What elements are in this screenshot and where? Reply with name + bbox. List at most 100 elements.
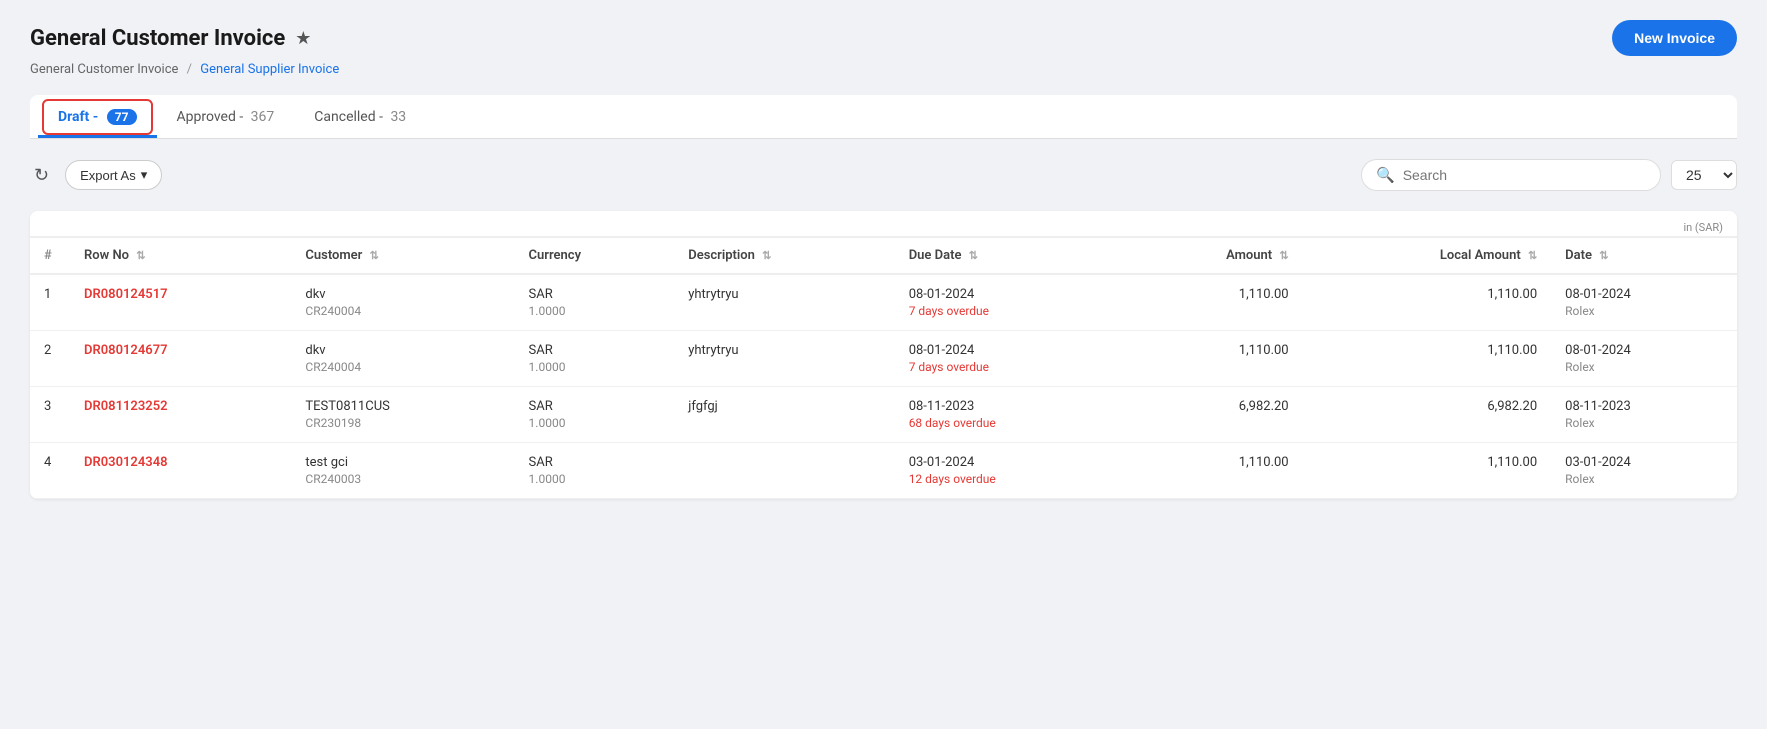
cell-currency: SAR 1.0000 xyxy=(515,443,675,499)
new-invoice-button[interactable]: New Invoice xyxy=(1612,20,1737,56)
col-description[interactable]: Description ⇅ xyxy=(674,237,894,274)
tab-cancelled[interactable]: Cancelled - 33 xyxy=(294,95,426,138)
table-row: 2 DR080124677 dkv CR240004 SAR 1.0000 yh… xyxy=(30,331,1737,387)
cell-date: 08-11-2023 Rolex xyxy=(1551,387,1737,443)
breadcrumb: General Customer Invoice / General Suppl… xyxy=(30,62,1737,77)
currency-rate: 1.0000 xyxy=(529,304,661,318)
customer-cr: CR230198 xyxy=(305,416,500,430)
breadcrumb-current: General Customer Invoice xyxy=(30,62,178,77)
sort-icon-customer: ⇅ xyxy=(370,249,379,262)
customer-cr: CR240003 xyxy=(305,472,500,486)
cell-amount: 1,110.00 xyxy=(1123,331,1303,387)
date-value: 03-01-2024 xyxy=(1565,455,1723,470)
table-row: 1 DR080124517 dkv CR240004 SAR 1.0000 yh… xyxy=(30,274,1737,331)
tabs-bar: Draft - 77 Approved - 367 Cancelled - 33 xyxy=(30,95,1737,139)
cell-amount: 1,110.00 xyxy=(1123,443,1303,499)
customer-cr: CR240004 xyxy=(305,360,500,374)
currency-rate: 1.0000 xyxy=(529,360,661,374)
cell-num: 1 xyxy=(30,274,70,331)
customer-name: dkv xyxy=(305,343,500,358)
tab-cancelled-count: 33 xyxy=(390,109,406,125)
cell-due-date: 08-11-2023 68 days overdue xyxy=(895,387,1123,443)
date-sub: Rolex xyxy=(1565,472,1723,486)
currency-code: SAR xyxy=(529,343,661,358)
tab-approved[interactable]: Approved - 367 xyxy=(157,95,295,138)
date-value: 08-01-2024 xyxy=(1565,287,1723,302)
tab-draft-badge: 77 xyxy=(107,109,137,125)
col-local-amount[interactable]: Local Amount ⇅ xyxy=(1303,237,1552,274)
col-row-no[interactable]: Row No ⇅ xyxy=(70,237,291,274)
col-currency: Currency xyxy=(515,237,675,274)
currency-code: SAR xyxy=(529,287,661,302)
date-sub: Rolex xyxy=(1565,360,1723,374)
cell-local-amount: 1,110.00 xyxy=(1303,331,1552,387)
col-due-date[interactable]: Due Date ⇅ xyxy=(895,237,1123,274)
cell-row-no: DR081123252 xyxy=(70,387,291,443)
table-row: 4 DR030124348 test gci CR240003 SAR 1.00… xyxy=(30,443,1737,499)
col-hash: # xyxy=(30,237,70,274)
cell-currency: SAR 1.0000 xyxy=(515,274,675,331)
col-customer[interactable]: Customer ⇅ xyxy=(291,237,514,274)
customer-cr: CR240004 xyxy=(305,304,500,318)
date-sub: Rolex xyxy=(1565,304,1723,318)
cell-currency: SAR 1.0000 xyxy=(515,331,675,387)
cell-description: yhtrytryu xyxy=(674,274,894,331)
cell-description: jfgfgj xyxy=(674,387,894,443)
due-date-value: 03-01-2024 xyxy=(909,455,1109,470)
cell-date: 08-01-2024 Rolex xyxy=(1551,274,1737,331)
toolbar-left: ↻ Export As ▾ xyxy=(30,160,162,190)
cell-row-no: DR080124517 xyxy=(70,274,291,331)
search-box: 🔍 xyxy=(1361,159,1661,191)
export-chevron-icon: ▾ xyxy=(141,167,148,183)
cell-customer: dkv CR240004 xyxy=(291,331,514,387)
col-amount[interactable]: Amount ⇅ xyxy=(1123,237,1303,274)
star-icon[interactable]: ★ xyxy=(295,28,311,49)
cell-description xyxy=(674,443,894,499)
overdue-text: 7 days overdue xyxy=(909,304,1109,318)
table-row: 3 DR081123252 TEST0811CUS CR230198 SAR 1… xyxy=(30,387,1737,443)
sort-icon-description: ⇅ xyxy=(762,249,771,262)
toolbar-right: 🔍 25 50 100 xyxy=(1361,159,1737,191)
currency-code: SAR xyxy=(529,455,661,470)
breadcrumb-link[interactable]: General Supplier Invoice xyxy=(200,62,339,77)
toolbar: ↻ Export As ▾ 🔍 25 50 100 xyxy=(30,155,1737,195)
tab-approved-count: 367 xyxy=(251,109,275,125)
due-date-value: 08-01-2024 xyxy=(909,287,1109,302)
cell-due-date: 03-01-2024 12 days overdue xyxy=(895,443,1123,499)
sort-icon-due-date: ⇅ xyxy=(969,249,978,262)
tab-draft-label: Draft - xyxy=(58,109,102,125)
export-label: Export As xyxy=(80,168,136,183)
search-icon: 🔍 xyxy=(1376,166,1395,184)
search-input[interactable] xyxy=(1403,167,1646,183)
overdue-text: 7 days overdue xyxy=(909,360,1109,374)
row-no-link[interactable]: DR080124517 xyxy=(84,287,168,302)
cell-date: 03-01-2024 Rolex xyxy=(1551,443,1737,499)
cell-amount: 1,110.00 xyxy=(1123,274,1303,331)
row-no-link[interactable]: DR080124677 xyxy=(84,343,168,358)
per-page-select[interactable]: 25 50 100 xyxy=(1671,160,1737,190)
cell-row-no: DR030124348 xyxy=(70,443,291,499)
overdue-text: 68 days overdue xyxy=(909,416,1109,430)
customer-name: dkv xyxy=(305,287,500,302)
sort-icon-amount: ⇅ xyxy=(1279,249,1288,262)
row-no-link[interactable]: DR081123252 xyxy=(84,399,168,414)
tab-cancelled-label: Cancelled - xyxy=(314,109,386,125)
col-date[interactable]: Date ⇅ xyxy=(1551,237,1737,274)
cell-due-date: 08-01-2024 7 days overdue xyxy=(895,274,1123,331)
cell-description: yhtrytryu xyxy=(674,331,894,387)
due-date-value: 08-11-2023 xyxy=(909,399,1109,414)
tab-draft[interactable]: Draft - 77 xyxy=(38,95,157,138)
cell-due-date: 08-01-2024 7 days overdue xyxy=(895,331,1123,387)
currency-rate: 1.0000 xyxy=(529,416,661,430)
currency-rate: 1.0000 xyxy=(529,472,661,486)
cell-currency: SAR 1.0000 xyxy=(515,387,675,443)
cell-local-amount: 1,110.00 xyxy=(1303,443,1552,499)
refresh-button[interactable]: ↻ xyxy=(30,161,53,190)
export-button[interactable]: Export As ▾ xyxy=(65,160,162,190)
cell-num: 2 xyxy=(30,331,70,387)
row-no-link[interactable]: DR030124348 xyxy=(84,455,168,470)
due-date-value: 08-01-2024 xyxy=(909,343,1109,358)
cell-local-amount: 1,110.00 xyxy=(1303,274,1552,331)
cell-date: 08-01-2024 Rolex xyxy=(1551,331,1737,387)
invoice-table: in (SAR) # Row No ⇅ Customer ⇅ Currency … xyxy=(30,211,1737,499)
